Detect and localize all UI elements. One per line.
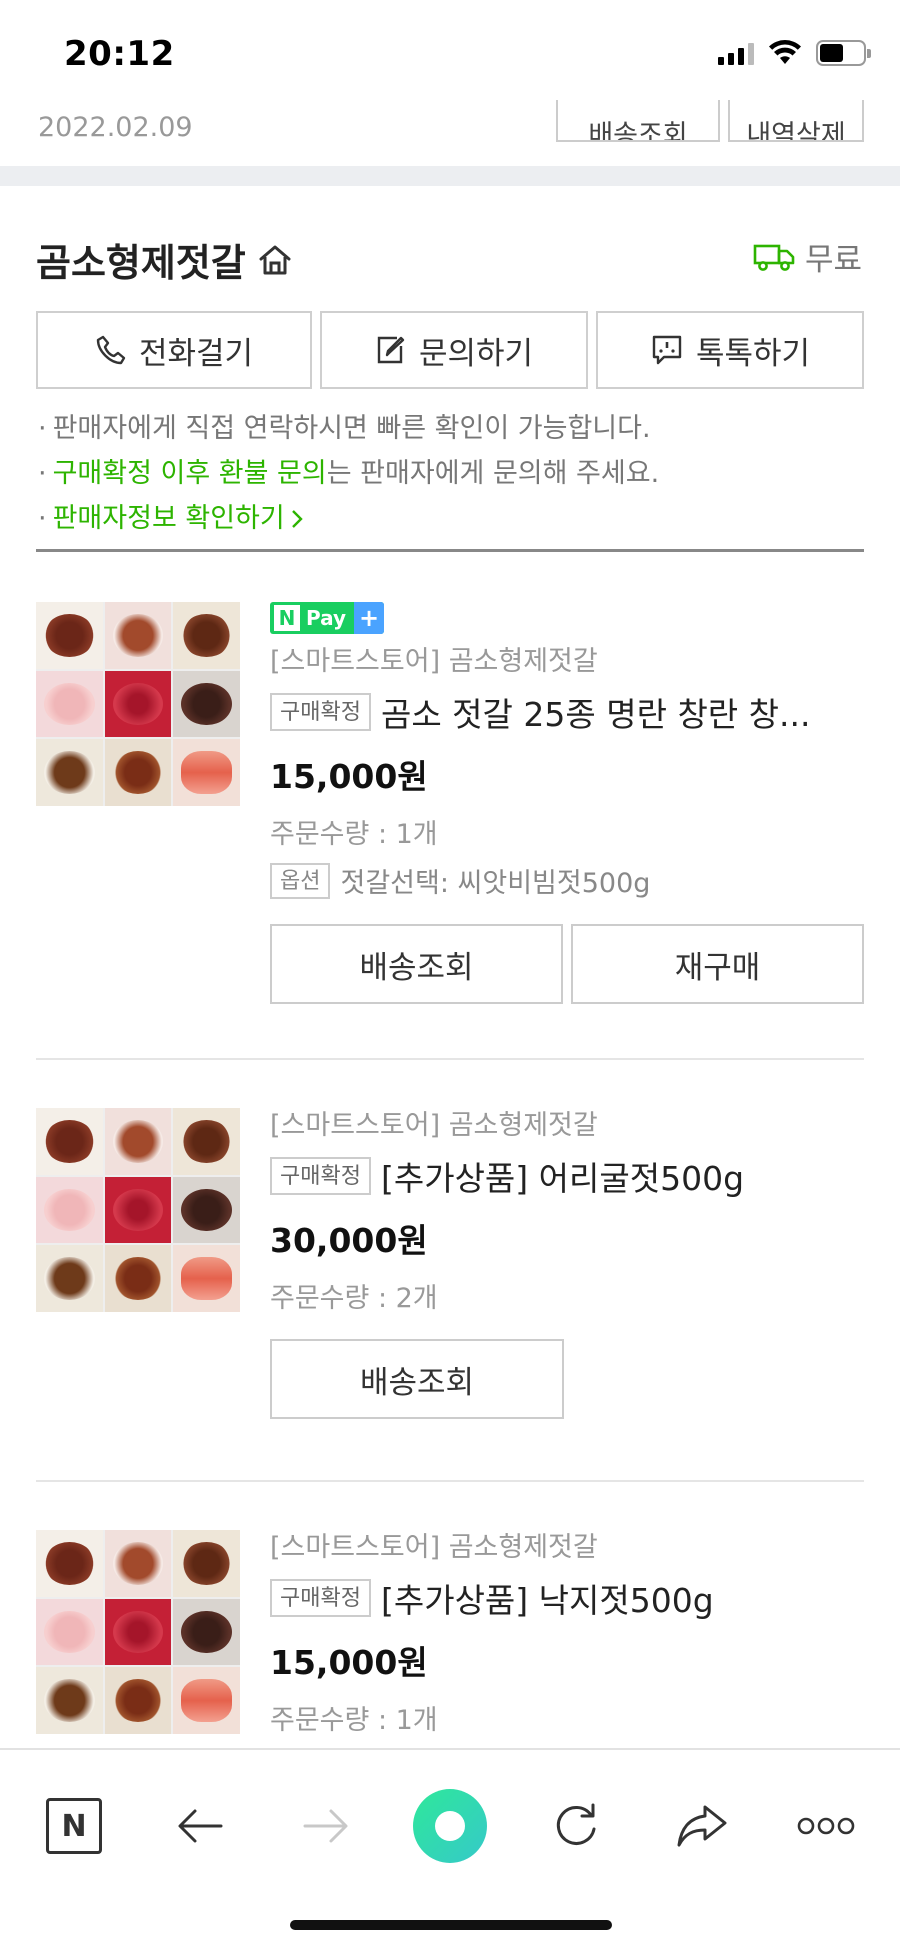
phone-icon bbox=[96, 335, 126, 365]
store-home-icon bbox=[259, 245, 291, 274]
battery-icon bbox=[816, 40, 871, 66]
status-icons bbox=[718, 40, 871, 66]
status-badge: 구매확정 bbox=[270, 1579, 371, 1617]
track-delivery-button[interactable]: 배송조회 bbox=[270, 1339, 564, 1419]
seller-actions: 전화걸기 문의하기 톡톡하기 bbox=[36, 311, 864, 389]
seller-header[interactable]: 곰소형제젓갈 bbox=[36, 232, 294, 287]
product-divider bbox=[36, 1058, 864, 1060]
seller-divider bbox=[36, 549, 864, 552]
section-separator bbox=[0, 166, 900, 186]
order-quantity: 주문수량 : 1개 bbox=[270, 1705, 438, 1736]
npay-plus-badge: N Pay + bbox=[270, 602, 385, 634]
product-price: 30,000원 bbox=[270, 1221, 428, 1260]
product-thumbnail[interactable] bbox=[36, 602, 240, 806]
share-icon[interactable] bbox=[662, 1786, 742, 1866]
status-badge: 구매확정 bbox=[270, 693, 371, 731]
product-buttons: 배송조회 재구매 bbox=[270, 924, 864, 1004]
seller-notes: 판매자에게 직접 연락하시면 빠른 확인이 가능합니다. 구매확정 이후 환불 … bbox=[38, 406, 660, 541]
product-title[interactable]: [추가상품] 낙지젓500g bbox=[381, 1574, 714, 1622]
truck-icon bbox=[753, 244, 795, 271]
store-name: [스마트스토어] 곰소형제젓갈 bbox=[270, 1110, 598, 1141]
store-name: [스마트스토어] 곰소형제젓갈 bbox=[270, 646, 598, 677]
status-badge: 구매확정 bbox=[270, 1157, 371, 1195]
product-item: [스마트스토어] 곰소형제젓갈 구매확정 [추가상품] 낙지젓500g 15,0… bbox=[36, 1530, 864, 1748]
naver-n-icon[interactable]: N bbox=[34, 1786, 114, 1866]
seller-name: 곰소형제젓갈 bbox=[36, 241, 246, 285]
status-bar: 20:12 bbox=[0, 0, 900, 100]
product-price: 15,000원 bbox=[270, 757, 428, 796]
call-button[interactable]: 전화걸기 bbox=[36, 311, 312, 389]
option-row: 옵션 젓갈선택: 씨앗비빔젓500g bbox=[270, 861, 864, 900]
product-title-row[interactable]: 구매확정 [추가상품] 낙지젓500g bbox=[270, 1574, 864, 1622]
order-summary-row: 2022.02.09 배송조회 내역삭제 bbox=[0, 100, 900, 166]
forward-arrow-icon[interactable] bbox=[286, 1786, 366, 1866]
browser-toolbar: N bbox=[0, 1748, 900, 1948]
product-buttons: 배송조회 bbox=[270, 1339, 864, 1419]
product-title[interactable]: [추가상품] 어리굴젓500g bbox=[381, 1152, 744, 1200]
plus-icon: + bbox=[354, 602, 385, 634]
status-time: 20:12 bbox=[64, 34, 175, 74]
green-dot-icon[interactable] bbox=[410, 1786, 490, 1866]
edit-icon bbox=[377, 336, 405, 364]
order-date: 2022.02.09 bbox=[38, 112, 193, 143]
repurchase-button[interactable]: 재구매 bbox=[571, 924, 864, 1004]
product-title-row[interactable]: 구매확정 곰소 젓갈 25종 명란 창란 창... bbox=[270, 688, 864, 736]
delete-history-button[interactable]: 내역삭제 bbox=[728, 100, 864, 142]
naver-n-logo: N bbox=[274, 605, 300, 631]
order-quantity: 주문수량 : 2개 bbox=[270, 1283, 438, 1314]
wifi-icon bbox=[769, 40, 801, 64]
product-info: N Pay + [스마트스토어] 곰소형제젓갈 구매확정 곰소 젓갈 25종 명… bbox=[270, 602, 864, 1004]
cellular-signal-icon bbox=[718, 41, 754, 65]
chevron-right-icon bbox=[291, 510, 303, 528]
track-delivery-top-button[interactable]: 배송조회 bbox=[556, 100, 720, 142]
chat-icon bbox=[652, 335, 682, 365]
delivery-info: 무료 bbox=[753, 234, 862, 279]
inquiry-button[interactable]: 문의하기 bbox=[320, 311, 588, 389]
note-line-refund: 구매확정 이후 환불 문의는 판매자에게 문의해 주세요. bbox=[38, 451, 660, 496]
product-item: N Pay + [스마트스토어] 곰소형제젓갈 구매확정 곰소 젓갈 25종 명… bbox=[36, 602, 864, 1022]
product-thumbnail[interactable] bbox=[36, 1530, 240, 1734]
more-dots-icon[interactable] bbox=[786, 1786, 866, 1866]
product-info: [스마트스토어] 곰소형제젓갈 구매확정 [추가상품] 어리굴젓500g 30,… bbox=[270, 1108, 864, 1419]
back-arrow-icon[interactable] bbox=[160, 1786, 240, 1866]
refresh-icon[interactable] bbox=[536, 1786, 616, 1866]
talktalk-button[interactable]: 톡톡하기 bbox=[596, 311, 864, 389]
store-name: [스마트스토어] 곰소형제젓갈 bbox=[270, 1532, 598, 1563]
product-title[interactable]: 곰소 젓갈 25종 명란 창란 창... bbox=[381, 688, 811, 736]
order-quantity: 주문수량 : 1개 bbox=[270, 819, 438, 850]
product-price: 15,000원 bbox=[270, 1643, 428, 1682]
product-info: [스마트스토어] 곰소형제젓갈 구매확정 [추가상품] 낙지젓500g 15,0… bbox=[270, 1530, 864, 1737]
note-line-contact: 판매자에게 직접 연락하시면 빠른 확인이 가능합니다. bbox=[38, 406, 659, 451]
product-title-row[interactable]: 구매확정 [추가상품] 어리굴젓500g bbox=[270, 1152, 864, 1200]
track-delivery-button[interactable]: 배송조회 bbox=[270, 924, 563, 1004]
seller-info-link[interactable]: 판매자정보 확인하기 bbox=[38, 496, 659, 541]
product-divider bbox=[36, 1480, 864, 1482]
option-text: 젓갈선택: 씨앗비빔젓500g bbox=[340, 868, 651, 899]
delivery-fee: 무료 bbox=[804, 242, 862, 278]
option-badge: 옵션 bbox=[270, 862, 331, 899]
home-indicator[interactable] bbox=[290, 1920, 612, 1930]
product-item: [스마트스토어] 곰소형제젓갈 구매확정 [추가상품] 어리굴젓500g 30,… bbox=[36, 1108, 864, 1438]
product-thumbnail[interactable] bbox=[36, 1108, 240, 1312]
